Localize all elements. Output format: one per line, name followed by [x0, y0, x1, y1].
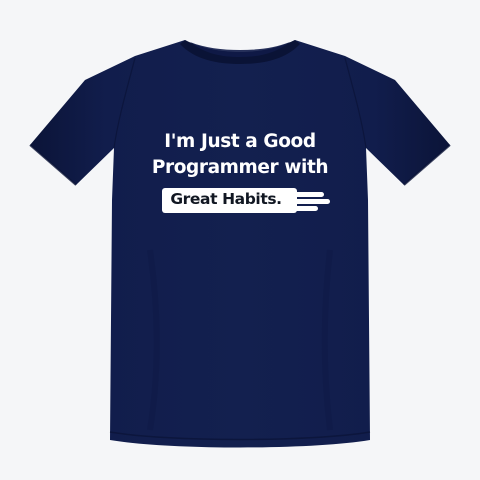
t-shirt [29, 40, 451, 448]
shirt-body [30, 40, 450, 448]
product-image: I'm Just a Good Programmer with Great Ha… [0, 0, 480, 480]
